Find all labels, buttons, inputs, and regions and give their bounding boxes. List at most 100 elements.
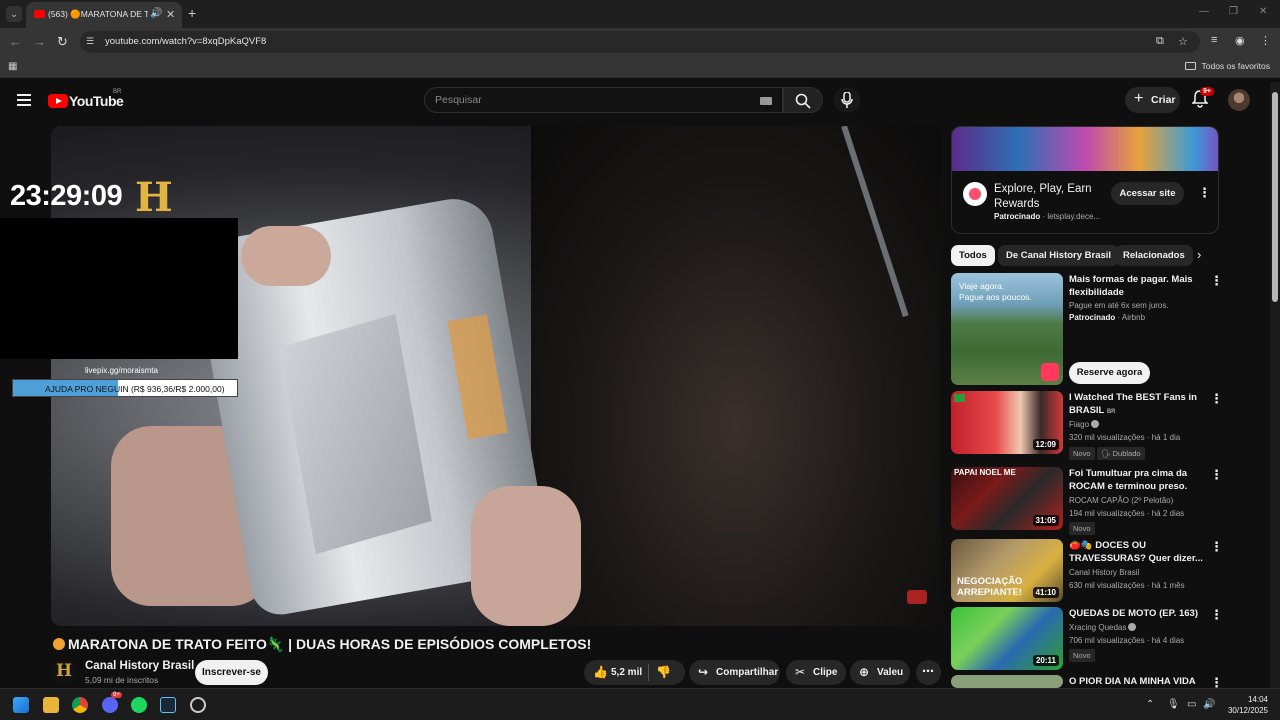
item-menu-icon[interactable]: ⋮ xyxy=(1210,539,1223,555)
bookmark-star-icon[interactable]: ☆ xyxy=(1178,35,1188,48)
tab-title: (563) 🟠MARATONA DE TRATO FEITO xyxy=(48,9,148,19)
list-item[interactable]: NEGOCIAÇÃO ARREPIANTE! 41:10 🍅🎭 DOCES OU… xyxy=(951,539,1223,602)
profile-icon[interactable]: ◉ xyxy=(1235,34,1245,47)
video-title[interactable]: QUEDAS DE MOTO (EP. 163) xyxy=(1069,607,1204,620)
forward-icon[interactable]: → xyxy=(33,34,46,49)
account-avatar[interactable] xyxy=(1228,89,1250,111)
notifications-button[interactable]: 9+ xyxy=(1191,87,1214,110)
youtube-logo[interactable]: YouTube BR xyxy=(48,89,124,110)
video-title[interactable]: O PIOR DIA NA MINHA VIDA NO xyxy=(1069,675,1204,688)
all-bookmarks-folder[interactable]: Todos os favoritos xyxy=(1185,61,1270,71)
channel-name[interactable]: Xracing Quedas xyxy=(1069,623,1137,632)
microphone-tray-icon[interactable]: 🎙 xyxy=(1167,699,1180,710)
list-item[interactable]: 12:09 I Watched The BEST Fans in BRASIL … xyxy=(951,391,1223,460)
list-item[interactable]: 20:11 QUEDAS DE MOTO (EP. 163) Xracing Q… xyxy=(951,607,1223,670)
video-title[interactable]: 🍅🎭 DOCES OU TRAVESSURAS? Quer dizer... .… xyxy=(1069,539,1204,565)
reload-icon[interactable]: ↻ xyxy=(57,34,68,50)
list-item[interactable]: O PIOR DIA NA MINHA VIDA NO ⋮ xyxy=(951,675,1219,688)
item-menu-icon[interactable]: ⋮ xyxy=(1210,675,1219,688)
close-tab-icon[interactable]: ✕ xyxy=(166,8,175,21)
like-icon[interactable]: 👍 xyxy=(593,665,608,679)
channel-avatar[interactable]: H xyxy=(51,659,77,685)
menu-icon[interactable] xyxy=(17,94,31,106)
file-explorer-icon[interactable] xyxy=(43,697,59,713)
apps-grid-icon[interactable]: ▦ xyxy=(8,61,17,72)
ad-menu-icon[interactable]: ⋮ xyxy=(1198,185,1211,201)
ad-title[interactable]: Explore, Play, Earn Rewards xyxy=(994,182,1104,212)
channel-name[interactable]: ROCAM CAPÃO (2º Pelotão) xyxy=(1069,496,1173,505)
close-window-icon[interactable]: ✕ xyxy=(1259,6,1267,17)
item-menu-icon[interactable]: ⋮ xyxy=(1210,391,1223,407)
chip-all[interactable]: Todos xyxy=(951,245,995,266)
chip-from-channel[interactable]: De Canal History Brasil xyxy=(998,245,1120,266)
video-player[interactable] xyxy=(51,126,941,626)
share-button[interactable]: ↪ Compartilhar xyxy=(689,660,780,685)
voice-search-button[interactable] xyxy=(834,87,860,113)
tray-chevron-up-icon[interactable]: ⌃ xyxy=(1146,699,1154,710)
thumbnail[interactable]: 20:11 xyxy=(951,607,1063,670)
scrollbar-thumb[interactable] xyxy=(1272,92,1278,302)
audio-playing-icon[interactable]: 🔊 xyxy=(150,8,162,19)
brazil-flag-icon xyxy=(954,394,965,402)
address-bar[interactable]: ☰ youtube.com/watch?v=8xqDpKaQVF8 ⧉ ☆ xyxy=(80,31,1200,53)
volume-icon[interactable]: 🔊 xyxy=(1203,699,1215,710)
channel-name[interactable]: Canal History Brasil xyxy=(85,660,194,672)
create-button[interactable]: + Criar xyxy=(1125,87,1180,113)
thumbnail[interactable] xyxy=(951,675,1063,688)
more-actions-button[interactable]: ⋯ xyxy=(916,660,941,685)
new-tab-button[interactable]: + xyxy=(188,5,196,21)
item-menu-icon[interactable]: ⋮ xyxy=(1210,467,1223,483)
steam-icon[interactable] xyxy=(160,697,176,713)
reserve-now-button[interactable]: Reserve agora xyxy=(1069,362,1150,384)
chrome-icon[interactable] xyxy=(72,697,88,713)
media-controls-icon[interactable]: ≡ xyxy=(1211,34,1217,46)
thanks-button[interactable]: ⊕ Valeu xyxy=(850,660,910,685)
thumbnail[interactable]: NEGOCIAÇÃO ARREPIANTE! 41:10 xyxy=(951,539,1063,602)
list-item[interactable]: PAPAI NOEL ME 31:05 Foi Tumultuar pra ci… xyxy=(951,467,1223,535)
dislike-icon[interactable]: 👎 xyxy=(656,665,671,679)
install-app-icon[interactable]: ⧉ xyxy=(1156,35,1164,48)
restore-window-icon[interactable]: ❐ xyxy=(1229,6,1238,17)
browser-menu-icon[interactable]: ⋮ xyxy=(1260,34,1271,47)
video-title[interactable]: Mais formas de pagar. Mais flexibilidade xyxy=(1069,273,1204,299)
network-icon[interactable]: ▭ xyxy=(1187,699,1196,710)
video-background xyxy=(531,126,941,626)
ad-sponsor-line: Patrocinado · letsplay.dece... xyxy=(994,212,1101,221)
browser-toolbar: ← → ↻ ☰ youtube.com/watch?v=8xqDpKaQVF8 … xyxy=(0,28,1280,56)
sponsored-ad-card[interactable]: Explore, Play, Earn Rewards Patrocinado … xyxy=(951,126,1219,234)
subscribe-button[interactable]: Inscrever-se xyxy=(195,660,268,685)
video-title[interactable]: Foi Tumultuar pra cima da ROCAM e termin… xyxy=(1069,467,1204,493)
browser-tab[interactable]: (563) 🟠MARATONA DE TRATO FEITO 🔊 ✕ xyxy=(26,2,182,28)
clip-button[interactable]: ✂ Clipe xyxy=(786,660,846,685)
site-info-icon[interactable]: ☰ xyxy=(86,36,98,48)
spotify-icon[interactable] xyxy=(131,697,147,713)
url-text[interactable]: youtube.com/watch?v=8xqDpKaQVF8 xyxy=(105,36,266,47)
channel-name[interactable]: Canal History Brasil xyxy=(1069,568,1139,577)
system-clock[interactable]: 14:04 30/12/2025 xyxy=(1226,694,1268,716)
keyboard-icon[interactable] xyxy=(760,97,772,105)
tab-search-icon[interactable]: ⌄ xyxy=(6,6,22,22)
ad-banner-image[interactable] xyxy=(952,127,1218,171)
search-input[interactable]: Pesquisar xyxy=(424,87,783,113)
subscribe-watermark-icon[interactable] xyxy=(907,590,927,604)
item-menu-icon[interactable]: ⋮ xyxy=(1210,607,1223,623)
search-button[interactable] xyxy=(783,87,823,113)
thumbnail[interactable]: Viaje agora. Pague aos poucos. xyxy=(951,273,1063,385)
video-title[interactable]: I Watched The BEST Fans in BRASIL BR xyxy=(1069,391,1204,417)
page-scrollbar[interactable] xyxy=(1270,82,1280,688)
list-item[interactable]: Viaje agora. Pague aos poucos. Mais form… xyxy=(951,273,1223,385)
visit-site-button[interactable]: Acessar site xyxy=(1111,182,1184,205)
chip-related[interactable]: Relacionados xyxy=(1115,245,1193,266)
thumbnail[interactable]: PAPAI NOEL ME 31:05 xyxy=(951,467,1063,530)
channel-name[interactable]: Fiago xyxy=(1069,420,1100,429)
discord-icon[interactable]: 9+ xyxy=(102,692,122,713)
chevron-right-icon[interactable]: › xyxy=(1197,247,1201,262)
back-icon[interactable]: ← xyxy=(9,34,22,49)
clock-app-icon[interactable] xyxy=(190,697,206,713)
windows-start-icon[interactable] xyxy=(13,697,29,713)
like-count[interactable]: 5,2 mil xyxy=(611,667,642,678)
item-menu-icon[interactable]: ⋮ xyxy=(1210,273,1223,289)
thumbnail[interactable]: 12:09 xyxy=(951,391,1063,454)
minimize-window-icon[interactable]: — xyxy=(1199,6,1209,17)
history-logo-icon: H xyxy=(135,174,173,221)
